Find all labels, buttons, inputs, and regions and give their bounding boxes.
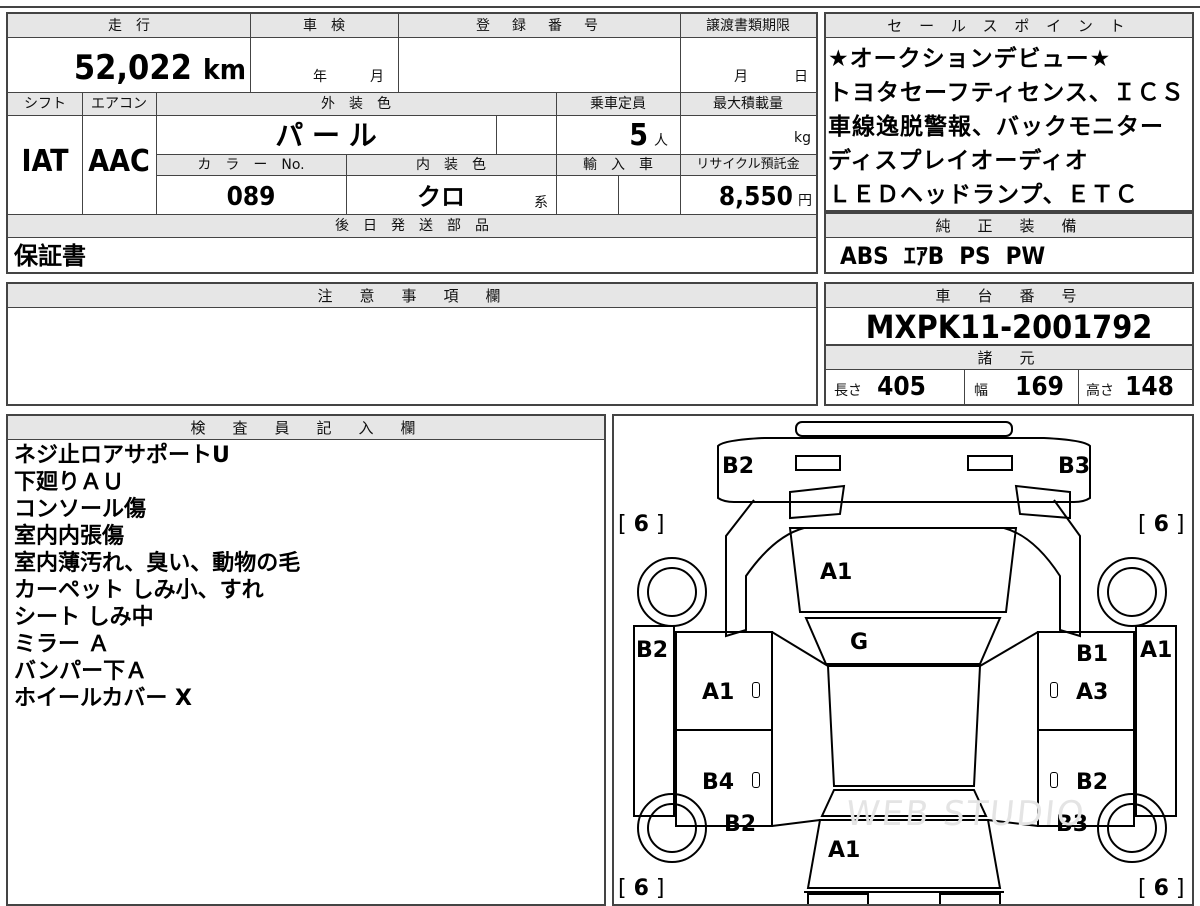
notes-header: 注 意 事 項 欄 bbox=[8, 284, 816, 308]
doc-month: 月 bbox=[734, 69, 748, 85]
damage-roof: G bbox=[850, 630, 869, 655]
sales-points-header: セ ー ル ス ポ イ ン ト bbox=[826, 14, 1192, 38]
max-load-unit: kg bbox=[794, 130, 811, 146]
specs-panel: 諸 元 長さ 405 幅 169 高さ 148 bbox=[824, 344, 1194, 406]
mileage-value: 52,022 km bbox=[73, 48, 246, 88]
inspector-line: シート しみ中 bbox=[14, 605, 154, 630]
inspector-line: コンソール傷 bbox=[14, 497, 147, 522]
tire-front-left: [ 6 ] bbox=[618, 512, 665, 537]
int-color-header: 内 装 色 bbox=[416, 157, 486, 173]
vehicle-info-panel: 走 行 車 検 登 録 番 号 譲渡書類期限 52,022 km 年 月 月 日… bbox=[6, 12, 818, 274]
inspector-line: ホイールカバー X bbox=[14, 686, 192, 711]
chassis-number: MXPK11-2001792 bbox=[865, 308, 1153, 346]
inspector-panel: 検 査 員 記 入 欄 ネジ止ロアサポートU 下廻りＡＵ コンソール傷 室内内張… bbox=[6, 414, 606, 906]
shift-value: IAT bbox=[21, 144, 69, 179]
genuine-equipment-value: ABS ｴｱB PS PW bbox=[840, 242, 1046, 270]
max-load-header: 最大積載量 bbox=[713, 96, 783, 112]
inspector-line: 室内薄汚れ、臭い、動物の毛 bbox=[14, 551, 301, 576]
inspector-line: 下廻りＡＵ bbox=[14, 470, 125, 495]
damage-right-rear-door: B2 bbox=[1076, 770, 1109, 795]
color-no-value: 089 bbox=[226, 182, 276, 212]
ac-header: エアコン bbox=[91, 96, 147, 112]
sales-point-line: ★オークションデビュー★ bbox=[828, 46, 1112, 72]
damage-right-front-door: A3 bbox=[1076, 680, 1109, 705]
door-handle-icon bbox=[752, 772, 760, 788]
capacity-unit: 人 bbox=[654, 133, 668, 149]
color-no-header: カ ラ ー No. bbox=[197, 157, 305, 173]
length-spec: 長さ 405 bbox=[834, 372, 926, 402]
inspector-line: 室内内張傷 bbox=[14, 524, 125, 549]
shaken-header: 車 検 bbox=[303, 18, 345, 34]
sales-point-line: トヨタセーフティセンス、ＩＣＳ bbox=[828, 80, 1185, 106]
height-spec: 高さ 148 bbox=[1086, 372, 1174, 402]
capacity-header: 乗車定員 bbox=[590, 96, 646, 112]
damage-front-left: B2 bbox=[722, 454, 755, 479]
int-color-unit: 系 bbox=[534, 195, 548, 211]
inspector-header: 検 査 員 記 入 欄 bbox=[8, 416, 604, 440]
later-parts-value: 保証書 bbox=[14, 242, 86, 270]
doc-deadline-header: 譲渡書類期限 bbox=[706, 18, 790, 34]
genuine-equipment-panel: 純 正 装 備 ABS ｴｱB PS PW bbox=[824, 212, 1194, 274]
shift-header: シフト bbox=[24, 96, 66, 112]
tire-rear-right: [ 6 ] bbox=[1138, 876, 1185, 901]
door-handle-icon bbox=[752, 682, 760, 698]
damage-left-rear-door: B4 bbox=[702, 770, 735, 795]
watermark: WEB STUDIO bbox=[843, 794, 1088, 834]
import-header: 輸 入 車 bbox=[583, 157, 653, 173]
genuine-equipment-header: 純 正 装 備 bbox=[826, 214, 1192, 238]
ext-color-header: 外 装 色 bbox=[321, 96, 391, 112]
recycle-header: リサイクル預託金 bbox=[696, 157, 800, 172]
later-parts-header: 後 日 発 送 部 品 bbox=[335, 218, 489, 234]
shaken-month: 月 bbox=[370, 69, 384, 85]
sales-points-panel: セ ー ル ス ポ イ ン ト ★オークションデビュー★ トヨタセーフティセンス… bbox=[824, 12, 1194, 212]
damage-right-outer: A1 bbox=[1140, 638, 1173, 663]
inspector-line: バンパー下Ａ bbox=[14, 659, 148, 684]
doc-day: 日 bbox=[794, 69, 808, 85]
damage-right-fender-upper: B1 bbox=[1076, 642, 1109, 667]
sales-point-line: ディスプレイオーディオ bbox=[828, 148, 1089, 174]
mileage-header: 走 行 bbox=[108, 18, 150, 34]
sales-point-line: 車線逸脱警報、バックモニター bbox=[828, 114, 1164, 140]
tire-front-right: [ 6 ] bbox=[1138, 512, 1185, 537]
damage-left-fender: B2 bbox=[636, 638, 669, 663]
registration-header: 登 録 番 号 bbox=[476, 18, 602, 34]
door-handle-icon bbox=[1050, 772, 1058, 788]
width-spec: 幅 169 bbox=[974, 372, 1064, 402]
chassis-header: 車 台 番 号 bbox=[826, 284, 1192, 308]
damage-left-front-door: A1 bbox=[702, 680, 735, 705]
damage-hood: A1 bbox=[820, 560, 853, 585]
damage-left-quarter: B2 bbox=[724, 812, 757, 837]
ac-value: AAC bbox=[88, 144, 150, 179]
recycle-value: 8,550 円 bbox=[718, 182, 812, 212]
sales-point-line: ＬＥＤヘッドランプ、ＥＴＣ bbox=[828, 182, 1139, 208]
inspector-line: カーペット しみ小、すれ bbox=[14, 578, 264, 603]
damage-trunk: A1 bbox=[828, 838, 861, 863]
tire-rear-left: [ 6 ] bbox=[618, 876, 665, 901]
int-color-value: クロ bbox=[417, 183, 465, 211]
capacity-value: 5 bbox=[629, 118, 648, 153]
shaken-year: 年 bbox=[313, 69, 327, 85]
specs-header: 諸 元 bbox=[826, 346, 1192, 370]
inspector-line: ミラー Ａ bbox=[14, 632, 110, 657]
top-strip bbox=[0, 0, 1200, 8]
notes-panel: 注 意 事 項 欄 bbox=[6, 282, 818, 406]
ext-color-value: パ ー ル bbox=[275, 119, 377, 152]
damage-map-panel: [ 6 ] [ 6 ] [ 6 ] [ 6 ] B2 B3 A1 G B2 B1… bbox=[612, 414, 1194, 906]
damage-front-right: B3 bbox=[1058, 454, 1091, 479]
chassis-panel: 車 台 番 号 MXPK11-2001792 bbox=[824, 282, 1194, 346]
inspector-line: ネジ止ロアサポートU bbox=[14, 443, 230, 468]
door-handle-icon bbox=[1050, 682, 1058, 698]
